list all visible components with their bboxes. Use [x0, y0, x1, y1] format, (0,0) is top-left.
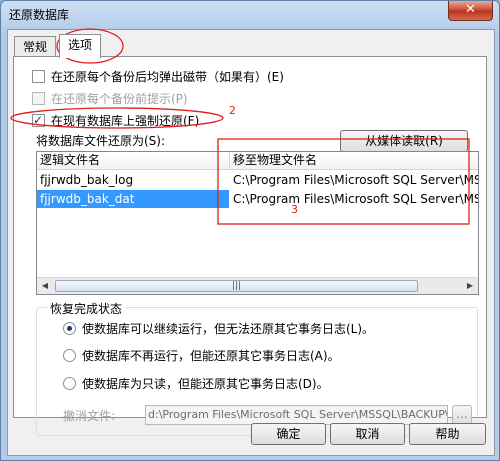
eject-tape-checkbox[interactable]: 在还原每个备份后均弹出磁带（如果有）(E) [32, 69, 284, 85]
close-icon: ✕ [465, 2, 476, 17]
browse-undo-file-button: ... [452, 405, 472, 425]
physical-name-cell[interactable]: C:\Program Files\Microsoft SQL Server\MS… [230, 190, 478, 208]
checkbox-box [32, 92, 45, 105]
ok-button[interactable]: 确定 [251, 423, 326, 445]
annotation-number-3: 3 [291, 203, 298, 216]
logical-name-cell: fjjrwdb_bak_log [40, 173, 134, 187]
force-restore-label: 在现有数据库上强制还原(F) [51, 114, 200, 128]
grip-icon: ||| [231, 281, 242, 291]
radio-dot [63, 377, 76, 390]
title-bar[interactable]: 还原数据库 ✕ [1, 1, 499, 29]
undo-file-label: 撤消文件: [63, 409, 116, 423]
recovery-option-label: 使数据库可以继续运行，但无法还原其它事务日志(L)。 [82, 322, 375, 336]
prompt-before-restore-label: 在还原每个备份前提示(P) [51, 92, 188, 106]
force-restore-checkbox[interactable]: 在现有数据库上强制还原(F) [32, 112, 200, 129]
cancel-button[interactable]: 取消 [330, 423, 405, 445]
recovery-option-norecovery[interactable]: 使数据库不再运行，但能还原其它事务日志(A)。 [63, 348, 340, 364]
recovery-option-label: 使数据库不再运行，但能还原其它事务日志(A)。 [82, 349, 340, 363]
window-title: 还原数据库 [9, 8, 70, 22]
recovery-option-label: 使数据库为只读，但能还原其它事务日志(D)。 [82, 377, 329, 391]
dialog-body: 常规 选项 在还原每个备份后均弹出磁带（如果有）(E) 在还原每个备份前提示(P… [7, 29, 495, 456]
scroll-left-icon[interactable]: ◀ [37, 278, 53, 294]
read-from-media-button[interactable]: 从媒体读取(R) [340, 130, 468, 152]
annotation-number-2: 2 [229, 104, 236, 117]
recovery-option-readonly[interactable]: 使数据库为只读，但能还原其它事务日志(D)。 [63, 376, 329, 392]
scroll-thumb[interactable]: ||| [55, 280, 418, 292]
options-panel: 在还原每个备份后均弹出磁带（如果有）(E) 在还原每个备份前提示(P) 在现有数… [13, 56, 487, 436]
column-physical-name[interactable]: 移至物理文件名 [230, 152, 478, 169]
file-mapping-grid[interactable]: 逻辑文件名 移至物理文件名 fjjrwdb_bak_log C:\Program… [36, 151, 479, 295]
radio-dot [63, 349, 76, 362]
logical-name-cell: fjjrwdb_bak_dat [37, 190, 229, 208]
restore-files-label: 将数据库文件还原为(S): [36, 134, 166, 148]
prompt-before-restore-checkbox: 在还原每个备份前提示(P) [32, 91, 188, 107]
column-logical-name[interactable]: 逻辑文件名 [37, 152, 230, 169]
recovery-option-continue[interactable]: 使数据库可以继续运行，但无法还原其它事务日志(L)。 [63, 321, 374, 337]
table-row[interactable]: fjjrwdb_bak_dat C:\Program Files\Microso… [37, 190, 478, 208]
help-button[interactable]: 帮助 [409, 423, 486, 445]
tab-options[interactable]: 选项 [59, 34, 102, 58]
tab-general[interactable]: 常规 [14, 36, 57, 57]
restore-database-dialog: 还原数据库 ✕ 常规 选项 在还原每个备份后均弹出磁带（如果有）(E) 在还原每… [0, 0, 500, 461]
scroll-right-icon[interactable]: ▶ [462, 278, 478, 294]
close-button[interactable]: ✕ [448, 1, 493, 21]
recovery-state-legend: 恢复完成状态 [47, 300, 126, 317]
checkbox-box [32, 112, 45, 128]
radio-dot [63, 322, 76, 335]
horizontal-scrollbar[interactable]: ◀ ||| ▶ [37, 277, 478, 294]
recovery-state-group: 恢复完成状态 使数据库可以继续运行，但无法还原其它事务日志(L)。 使数据库不再… [36, 300, 478, 436]
table-row[interactable]: fjjrwdb_bak_log C:\Program Files\Microso… [37, 171, 478, 189]
checkbox-box [32, 70, 45, 83]
undo-file-field: d:\Program Files\Microsoft SQL Server\MS… [145, 405, 448, 425]
grid-header: 逻辑文件名 移至物理文件名 [37, 152, 478, 170]
eject-tape-label: 在还原每个备份后均弹出磁带（如果有）(E) [51, 70, 284, 84]
physical-name-cell[interactable]: C:\Program Files\Microsoft SQL Server\MS… [230, 171, 478, 189]
